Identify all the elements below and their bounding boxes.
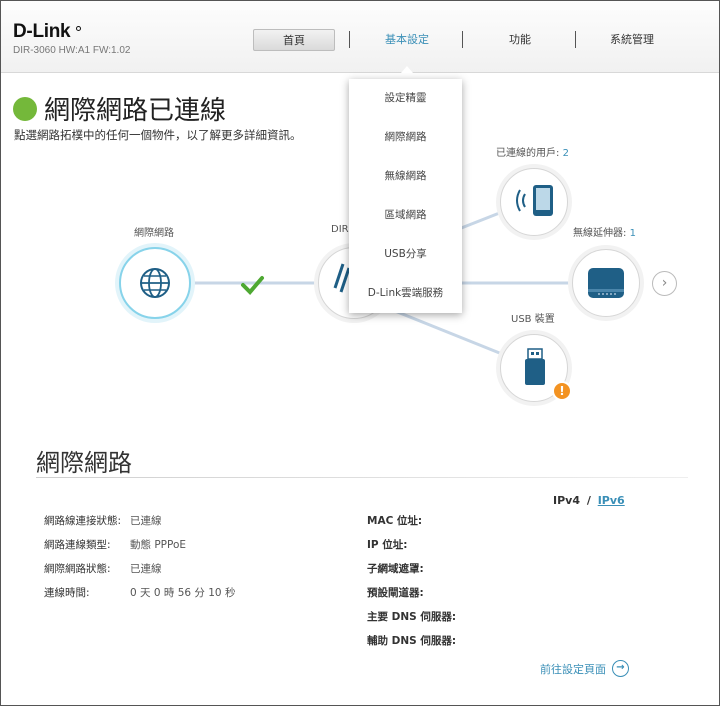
warning-icon[interactable]: ! xyxy=(552,381,572,401)
mac-address-label: MAC 位址: xyxy=(367,515,423,527)
primary-dns-label: 主要 DNS 伺服器: xyxy=(367,611,457,623)
page-title: 網際網路已連線 xyxy=(44,96,227,126)
menu-item-setup-wizard[interactable]: 設定精靈 xyxy=(349,79,462,118)
default-gateway-label: 預設閘道器: xyxy=(367,587,424,599)
goto-settings-link[interactable]: 前往設定頁面 xyxy=(540,661,606,677)
secondary-dns-label: 輔助 DNS 伺服器: xyxy=(367,635,457,647)
extender-node[interactable] xyxy=(572,249,640,317)
internet-status-value: 已連線 xyxy=(130,563,162,575)
ipv4-tab[interactable]: IPv4 xyxy=(553,494,580,507)
tablet-icon xyxy=(516,185,553,216)
uptime-label: 連線時間: xyxy=(44,587,90,599)
internet-section-title: 網際網路 xyxy=(36,449,132,477)
nav-basic-settings[interactable]: 基本設定 xyxy=(366,29,448,51)
menu-item-network[interactable]: 區域網路 xyxy=(349,196,462,235)
nav-divider xyxy=(575,31,576,48)
internet-label: 網際網路 xyxy=(134,228,174,239)
extender-count: 1 xyxy=(629,228,636,239)
menu-item-wireless[interactable]: 無線網路 xyxy=(349,157,462,196)
clients-count: 2 xyxy=(562,148,569,159)
extender-icon xyxy=(588,268,624,298)
nav-features[interactable]: 功能 xyxy=(479,29,561,51)
extender-label: 無線延伸器: 1 xyxy=(573,224,636,239)
menu-item-internet[interactable]: 網際網路 xyxy=(349,118,462,157)
logo-dot-icon xyxy=(76,26,81,31)
cable-status-value: 已連線 xyxy=(130,515,162,527)
uptime-value: 0 天 0 時 56 分 10 秒 xyxy=(130,587,236,599)
nav-home[interactable]: 首頁 xyxy=(253,29,335,51)
dlink-logo[interactable]: D-Link xyxy=(13,21,71,43)
ip-version-switch: IPv4 / IPv6 xyxy=(553,494,625,507)
globe-icon xyxy=(140,268,170,298)
router-label: DIR xyxy=(331,224,349,235)
next-chevron-icon[interactable]: › xyxy=(652,271,677,296)
nav-system[interactable]: 系統管理 xyxy=(591,29,673,51)
clients-node[interactable] xyxy=(500,168,568,236)
connection-type-value: 動態 PPPoE xyxy=(130,539,187,551)
ip-address-label: IP 位址: xyxy=(367,539,408,551)
check-icon xyxy=(241,276,264,295)
usb-label: USB 裝置 xyxy=(511,314,555,325)
connection-type-label: 網路連線類型: xyxy=(44,539,111,551)
section-divider xyxy=(36,477,688,478)
clients-label-text: 已連線的用戶: xyxy=(496,148,563,159)
internet-node[interactable] xyxy=(119,247,191,319)
model-info: DIR-3060 HW:A1 FW:1.02 xyxy=(13,45,131,56)
header: D-Link DIR-3060 HW:A1 FW:1.02 首頁 基本設定 功能… xyxy=(1,1,719,73)
internet-status-label: 網際網路狀態: xyxy=(44,563,111,575)
cable-status-label: 網路線連接狀態: xyxy=(44,515,122,527)
ipv6-link[interactable]: IPv6 xyxy=(598,494,625,507)
arrow-right-circle-icon[interactable]: → xyxy=(612,660,629,677)
status-indicator xyxy=(13,97,37,121)
dropdown-caret-icon xyxy=(401,66,413,73)
subnet-mask-label: 子網域遮罩: xyxy=(367,563,424,575)
nav-divider xyxy=(349,31,350,48)
nav-divider xyxy=(462,31,463,48)
menu-item-dlink-cloud[interactable]: D-Link雲端服務 xyxy=(349,274,462,313)
ip-version-separator: / xyxy=(586,494,591,507)
basic-settings-dropdown: 設定精靈 網際網路 無線網路 區域網路 USB分享 D-Link雲端服務 xyxy=(349,79,462,313)
extender-label-text: 無線延伸器: xyxy=(573,228,630,239)
menu-item-usb-sharing[interactable]: USB分享 xyxy=(349,235,462,274)
clients-label: 已連線的用戶: 2 xyxy=(496,144,569,159)
